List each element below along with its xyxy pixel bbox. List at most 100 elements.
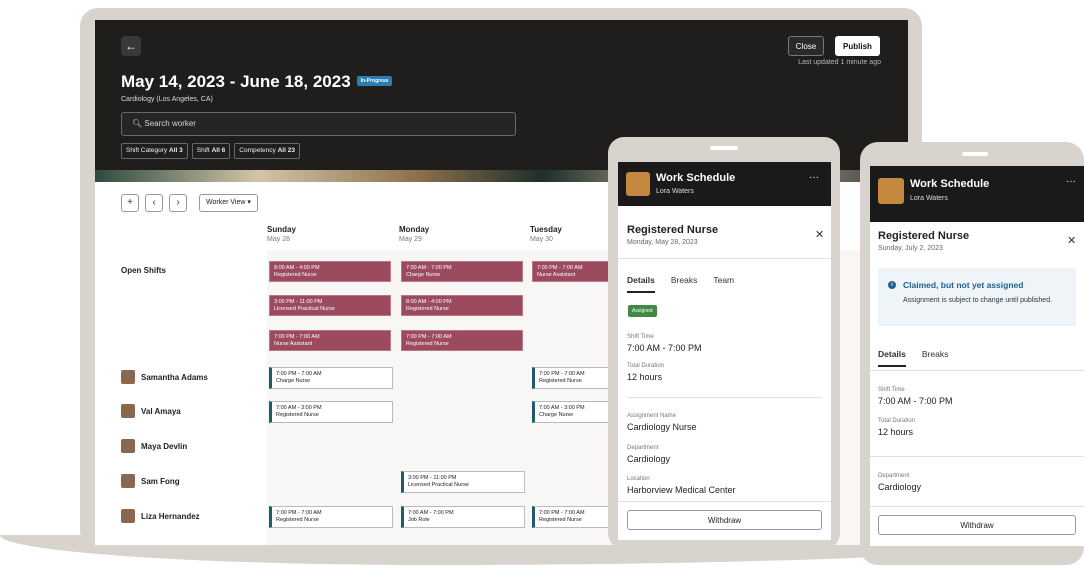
tab-details[interactable]: Details [627,275,655,293]
previous-icon[interactable]: ‹ [145,194,163,212]
duration-value: 12 hours [627,372,663,382]
tab-details[interactable]: Details [878,349,906,367]
withdraw-button[interactable]: Withdraw [627,510,822,530]
withdraw-button[interactable]: Withdraw [878,515,1076,535]
avatar [121,474,135,488]
assignment-value: Cardiology Nurse [627,422,697,432]
close-button[interactable]: Close [788,36,824,56]
open-shift-card[interactable]: 8:00 AM - 4:00 PM Registered Nurse [401,295,523,316]
shift-role: Registered Nurse [276,412,319,419]
chevron-down-icon: ▾ [247,199,251,206]
shift-role: Licensed Practical Nurse [408,482,469,489]
tab-bar: Details Breaks Team [627,275,734,293]
page-title: May 14, 2023 - June 18, 2023 In-Progress [121,72,393,92]
divider [870,456,1084,457]
tab-breaks[interactable]: Breaks [922,349,948,367]
worker-name: Sam Fong [141,476,180,486]
status-badge: Assigned [628,305,657,317]
shift-time: 8:00 AM - 4:00 PM [406,299,452,305]
shift-role: Licensed Practical Nurse [274,306,335,313]
open-shift-card[interactable]: 7:00 PM - 7:00 AM Nurse Assistant [269,330,391,351]
last-updated-text: Last updated 1 minute ago [798,59,881,66]
shift-time: 7:00 PM - 7:00 AM [274,334,320,340]
shift-time: 7:00 PM - 7:00 AM [276,510,322,516]
department-value: Cardiology [627,454,671,464]
shift-time: 3:00 PM - 11:00 PM [408,475,457,481]
shift-time: 7:00 PM - 7:00 AM [406,334,452,340]
shift-role: Registered Nurse [274,272,317,279]
tab-team[interactable]: Team [713,275,734,293]
open-shift-card[interactable]: 7:00 PM - 7:00 AM Registered Nurse [401,330,523,351]
close-icon[interactable]: ✕ [815,228,824,241]
schedule-toolbar: + ‹ › Worker View ▾ [121,194,258,212]
avatar [121,404,135,418]
back-arrow-icon[interactable]: ← [121,36,141,56]
shift-card[interactable]: 3:00 PM - 11:00 PM Licensed Practical Nur… [401,471,525,493]
shift-card[interactable]: 7:00 AM - 7:00 PM Job Role [401,506,525,528]
open-shift-card[interactable]: 8:00 AM - 4:00 PM Registered Nurse [269,261,391,282]
shift-role: Charge Nurse [276,378,311,385]
day-header: Monday May 29 [399,225,429,243]
shift-time: 7:00 AM - 7:00 PM [406,265,452,271]
worker-row-label: Sam Fong [121,474,180,488]
more-menu-icon[interactable]: ··· [809,172,819,183]
app-title: Work Schedule [910,178,990,190]
avatar [626,172,650,196]
day-name: Monday [399,225,430,234]
worker-row-label: Liza Hernandez [121,509,200,523]
status-badge: In-Progress [356,75,393,86]
search-placeholder: Search worker [144,119,196,128]
search-icon: 🔍︎ [132,119,143,128]
filter-chip[interactable]: Competency All 23 [234,143,300,159]
close-icon[interactable]: ✕ [1067,234,1076,247]
divider [627,397,822,398]
avatar [878,178,904,204]
user-name: Lora Waters [656,188,694,195]
shift-card[interactable]: 7:00 PM - 7:00 AM Charge Nurse [269,367,393,389]
location-value: Harborview Medical Center [627,485,736,495]
day-date: May 29 [399,236,422,243]
duration-label: Total Duration [878,418,916,424]
shift-time: 7:00 AM - 3:00 PM [276,405,322,411]
tab-breaks[interactable]: Breaks [671,275,697,293]
view-selector[interactable]: Worker View ▾ [199,194,258,212]
tablet-notch [710,146,738,150]
day-name: Tuesday [530,225,562,234]
phone-notch [962,152,988,156]
filter-chip[interactable]: Shift Category All 3 [121,143,188,159]
worker-row-label: Samantha Adams [121,370,208,384]
more-menu-icon[interactable]: ··· [1066,176,1076,187]
shift-title: Registered Nurse [878,230,970,242]
shift-role: Job Role [408,517,430,524]
shift-card[interactable]: 7:00 PM - 7:00 AM Registered Nurse [269,506,393,528]
open-shifts-label: Open Shifts [121,266,166,275]
avatar [121,370,135,384]
shift-role: Nurse Assistant [274,341,313,348]
duration-label: Total Duration [627,363,665,369]
search-input[interactable]: 🔍︎ Search worker [121,112,516,136]
worker-row-label: Val Amaya [121,404,181,418]
divider [870,506,1084,507]
assignment-label: Assignment Name [627,413,677,419]
tablet-app-header: Work Schedule Lora Waters ··· [618,162,831,206]
shift-role: Registered Nurse [406,306,449,313]
worker-name: Liza Hernandez [141,511,200,521]
filter-value: All 6 [211,147,226,154]
shift-role: Registered Nurse [276,517,319,524]
publish-button[interactable]: Publish [835,36,880,56]
shift-time-value: 7:00 AM - 7:00 PM [878,396,953,406]
next-icon[interactable]: › [169,194,187,212]
app-title: Work Schedule [656,172,736,184]
filter-chip[interactable]: Shift All 6 [191,143,231,159]
day-date: May 28 [267,236,290,243]
shift-card[interactable]: 7:00 AM - 3:00 PM Registered Nurse [269,401,393,423]
shift-role: Registered Nurse [406,341,449,348]
open-shift-card[interactable]: 7:00 AM - 7:00 PM Charge Nurse [401,261,523,282]
open-shift-card[interactable]: 3:00 PM - 11:00 PM Licensed Practical Nur… [269,295,391,316]
filter-value: All 23 [277,147,295,154]
tablet-screen: Work Schedule Lora Waters ··· Registered… [618,162,831,540]
info-icon: i [888,281,896,289]
add-icon[interactable]: + [121,194,139,212]
day-name: Sunday [267,225,296,234]
info-title: Claimed, but not yet assigned [903,280,1024,290]
